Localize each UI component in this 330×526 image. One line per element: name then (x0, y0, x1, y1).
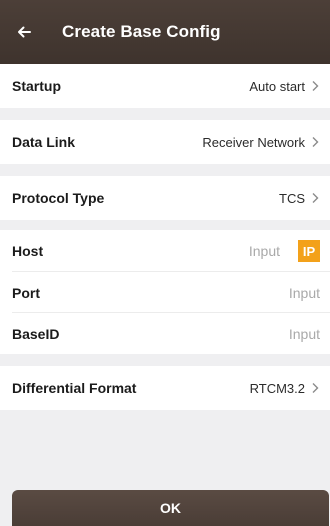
differential-format-label: Differential Format (12, 380, 137, 396)
chevron-right-icon (312, 383, 319, 393)
data-link-row[interactable]: Data Link Receiver Network (0, 120, 330, 164)
arrow-left-icon (18, 26, 31, 38)
data-link-label: Data Link (12, 134, 76, 150)
chevron-right-icon (312, 193, 319, 203)
base-id-row: BaseID Input (0, 313, 330, 354)
app-header: Create Base Config (0, 0, 330, 64)
host-row: Host Input IP (0, 230, 330, 272)
port-input[interactable]: Input (289, 285, 320, 301)
port-label: Port (12, 284, 40, 301)
startup-label: Startup (12, 78, 61, 94)
protocol-type-value: TCS (279, 190, 305, 206)
ok-button[interactable]: OK (12, 490, 329, 526)
protocol-type-row[interactable]: Protocol Type TCS (0, 176, 330, 220)
differential-format-row[interactable]: Differential Format RTCM3.2 (0, 366, 330, 410)
base-id-label: BaseID (12, 325, 60, 342)
protocol-type-label: Protocol Type (12, 190, 105, 206)
ip-button[interactable]: IP (298, 240, 320, 262)
host-label: Host (12, 243, 44, 259)
port-row: Port Input (0, 272, 330, 313)
chevron-right-icon (312, 137, 319, 147)
host-input[interactable]: Input (249, 243, 280, 259)
back-button[interactable] (2, 0, 46, 64)
differential-format-value: RTCM3.2 (249, 380, 305, 396)
startup-value: Auto start (249, 78, 305, 94)
page-title: Create Base Config (62, 22, 221, 41)
data-link-value: Receiver Network (202, 134, 305, 150)
chevron-right-icon (312, 81, 319, 91)
startup-row[interactable]: Startup Auto start (0, 64, 330, 108)
base-id-input[interactable]: Input (289, 326, 320, 342)
